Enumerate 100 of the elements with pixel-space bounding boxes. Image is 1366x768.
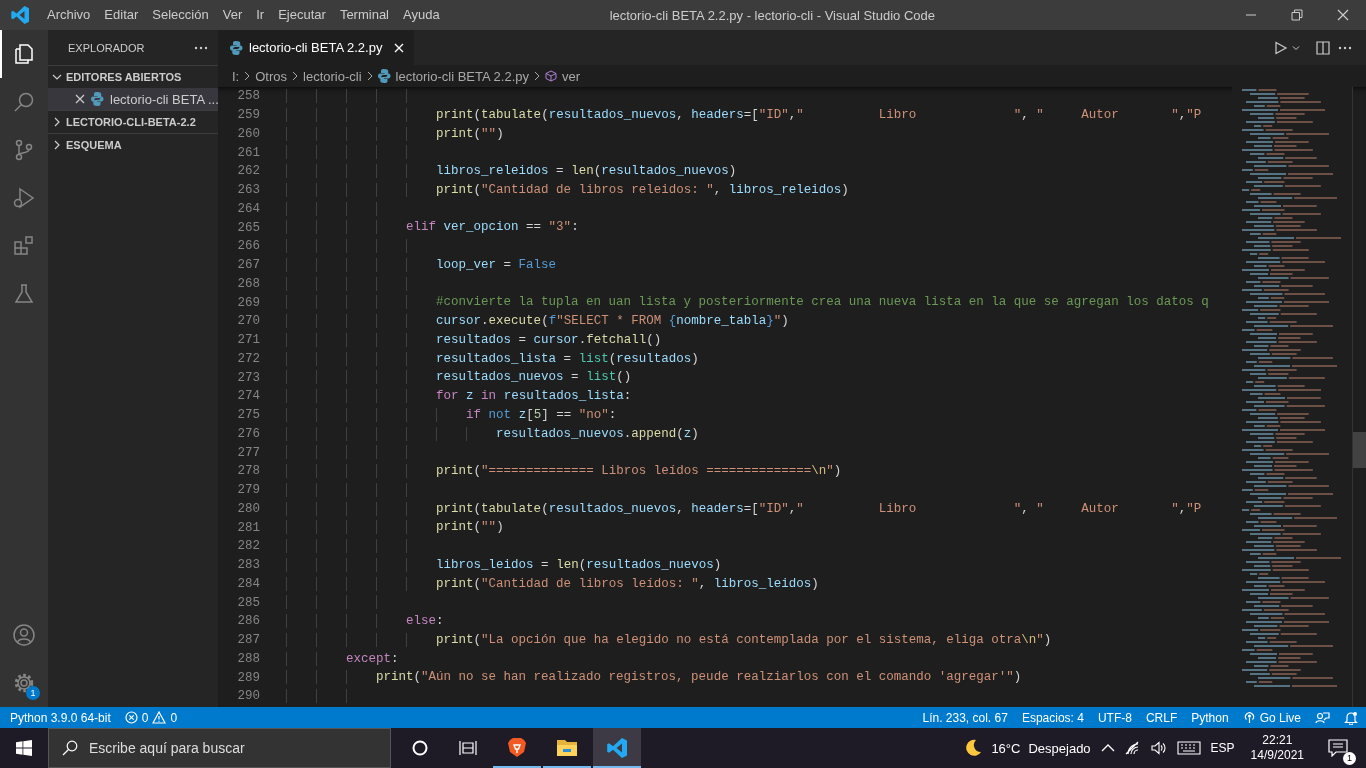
breadcrumb[interactable]: I: — [232, 68, 240, 84]
weather-widget[interactable]: 16°C Despejado — [963, 728, 1101, 768]
notification-badge: 1 — [26, 686, 40, 700]
feedback-icon[interactable] — [1315, 710, 1330, 725]
go-live-button[interactable]: Go Live — [1242, 710, 1301, 725]
bell-icon[interactable] — [1344, 710, 1358, 725]
close-icon[interactable] — [75, 94, 85, 104]
more-icon[interactable] — [1338, 45, 1352, 50]
line-number: 261 — [236, 145, 261, 160]
clock[interactable]: 22:21 14/9/2021 — [1244, 733, 1310, 763]
line-number: 258 — [236, 89, 261, 104]
code-line: libros_leidos = len(resultados_nuevos) — [286, 555, 722, 575]
line-number: 263 — [236, 183, 261, 198]
code-line: print("Cantidad de libros releidos: ", libros_releidos) — [286, 180, 849, 200]
search-icon[interactable] — [12, 90, 36, 114]
line-number: 288 — [236, 651, 261, 666]
close-icon[interactable] — [1337, 9, 1349, 21]
editor-tab[interactable]: lectorio-cli BETA 2.2.py — [218, 30, 415, 65]
line-number: 275 — [236, 408, 261, 423]
line-number: 269 — [236, 295, 261, 310]
code-line: print(tabulate(resultados_nuevos, headers=["ID"," Libro ", " Autor ","P — [286, 499, 1202, 519]
line-number: 262 — [236, 164, 261, 179]
code-line: resultados_lista = list(resultados) — [286, 349, 699, 369]
keyboard-icon[interactable] — [1176, 741, 1201, 755]
menu-item[interactable]: Terminal — [332, 0, 396, 30]
files-icon[interactable] — [12, 42, 36, 66]
menu-item[interactable]: Ejecutar — [271, 0, 333, 30]
status-item[interactable]: CRLF — [1145, 710, 1178, 725]
line-number: 280 — [236, 501, 261, 516]
sidebar-title: EXPLORADOR — [68, 41, 145, 54]
restore-icon[interactable] — [1291, 9, 1303, 21]
settings-icon[interactable] — [12, 671, 36, 695]
speaker-icon[interactable] — [1150, 741, 1167, 755]
status-item[interactable]: UTF-8 — [1097, 710, 1132, 725]
cube-icon — [544, 70, 557, 82]
line-number: 267 — [236, 258, 261, 273]
broadcast-icon — [1242, 711, 1256, 724]
scrollbar-thumb[interactable] — [1353, 432, 1366, 468]
run-icon[interactable] — [1274, 40, 1288, 55]
status-item[interactable]: Espacios: 4 — [1021, 710, 1084, 725]
line-number: 285 — [236, 595, 261, 610]
chevron-right-icon — [291, 71, 300, 81]
wifi-icon[interactable] — [1124, 741, 1141, 755]
code-line: print("") — [286, 518, 504, 537]
line-number: 278 — [236, 464, 261, 479]
menu-item[interactable]: Editar — [97, 0, 146, 30]
line-number: 277 — [236, 445, 261, 460]
line-number: 287 — [236, 633, 261, 648]
search-field[interactable]: Escribe aquí para buscar — [48, 728, 391, 768]
more-icon[interactable] — [194, 45, 208, 50]
status-item[interactable]: Python 3.9.0 64-bit — [10, 710, 111, 725]
status-item[interactable]: Python — [1191, 710, 1229, 725]
notification-count: 1 — [1343, 752, 1356, 765]
line-number: 279 — [236, 483, 261, 498]
menu-item[interactable]: Archivo — [40, 0, 98, 30]
code-line: loop_ver = False — [286, 255, 557, 275]
circle-icon[interactable] — [412, 740, 428, 756]
python-file-icon — [230, 39, 243, 56]
code-line: for z in resultados_lista: — [286, 387, 632, 406]
line-number: 271 — [236, 333, 261, 348]
menu-item[interactable]: Ayuda — [396, 0, 447, 30]
menu-item[interactable]: Ir — [249, 0, 272, 30]
chevron-down-icon[interactable] — [1292, 43, 1300, 52]
code-line: print("") — [286, 124, 504, 144]
line-number: 265 — [236, 220, 261, 235]
python-file-icon — [91, 91, 104, 107]
task-view-icon[interactable] — [459, 740, 477, 756]
breadcrumb[interactable]: lectorio-cli — [303, 68, 362, 84]
line-number: 282 — [236, 539, 261, 554]
breadcrumb[interactable]: ver — [544, 68, 581, 84]
line-number: 270 — [236, 314, 261, 329]
breadcrumb[interactable]: lectorio-cli BETA 2.2.py — [377, 68, 529, 84]
breadcrumb[interactable]: Otros — [255, 68, 288, 84]
file-name: lectorio-cli BETA ... — [110, 91, 219, 107]
status-item[interactable]: Lín. 233, col. 67 — [922, 710, 1008, 725]
code-line: except: — [286, 649, 399, 669]
open-editor-item[interactable]: lectorio-cli BETA ... — [48, 88, 218, 110]
code-line: print("Aún no se han realizado registros, peude realziarlos con el comando 'agregar'") — [286, 668, 1022, 687]
code-line: libros_releidos = len(resultados_nuevos) — [286, 162, 737, 181]
code-line: print("Cantidad de libros leídos: ", libros_leidos) — [286, 574, 819, 594]
chevron-up-icon[interactable] — [1100, 743, 1115, 753]
windows-start-icon[interactable] — [16, 740, 32, 756]
problems-indicator[interactable]: 0 0 — [124, 710, 178, 725]
run-debug-icon[interactable] — [12, 186, 36, 210]
menu-item[interactable]: Selección — [145, 0, 216, 30]
split-editor-icon[interactable] — [1316, 40, 1330, 55]
line-number: 283 — [236, 558, 261, 573]
line-number: 266 — [236, 239, 261, 254]
taskbar-app[interactable] — [593, 728, 641, 768]
extensions-icon[interactable] — [12, 234, 36, 258]
account-icon[interactable] — [12, 623, 36, 647]
menu-item[interactable]: Ver — [215, 0, 250, 30]
code-line: print(tabulate(resultados_nuevos, headers=["ID"," Libro ", " Autor ","P — [286, 105, 1202, 125]
notifications-icon[interactable] — [1328, 739, 1348, 757]
line-number: 260 — [236, 126, 261, 141]
language-indicator[interactable]: ESP — [1210, 741, 1235, 755]
flask-icon[interactable] — [12, 282, 36, 306]
code-line: else: — [286, 612, 444, 631]
moon-icon — [963, 738, 984, 758]
window-title: lectorio-cli BETA 2.2.py - lectorio-cli - Visual Studio Code — [608, 7, 936, 23]
